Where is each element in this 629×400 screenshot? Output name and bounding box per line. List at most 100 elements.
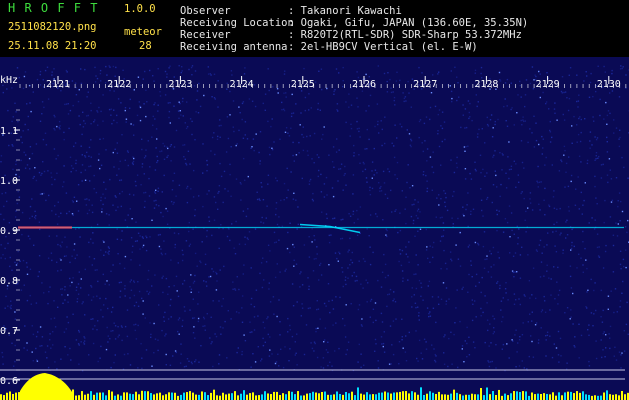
noise-speck (22, 259, 25, 262)
noise-speck (0, 155, 3, 157)
noise-speck (244, 134, 246, 136)
noise-speck (191, 65, 194, 67)
noise-speck (78, 329, 80, 332)
noise-speck (137, 367, 139, 369)
noise-speck (527, 207, 529, 209)
noise-speck (441, 111, 444, 113)
noise-speck (578, 253, 580, 255)
noise-speck (260, 221, 262, 223)
noise-speck (43, 106, 45, 109)
noise-speck (301, 303, 303, 305)
noise-speck (472, 208, 475, 210)
level-bar (438, 391, 440, 400)
noise-speck (527, 321, 529, 323)
level-bar (561, 395, 563, 400)
noise-speck (336, 257, 338, 260)
noise-speck (342, 85, 344, 88)
noise-speck (523, 197, 525, 200)
level-bar (39, 391, 41, 400)
noise-speck (576, 100, 578, 103)
noise-speck (91, 204, 93, 206)
noise-speck (267, 183, 269, 185)
receiver-value: : R820T2(RTL-SDR) SDR-Sharp 53.372MHz (288, 29, 522, 41)
noise-speck (74, 142, 77, 144)
noise-speck (224, 188, 226, 190)
noise-speck (185, 365, 187, 367)
noise-speck (567, 185, 570, 188)
noise-speck (177, 110, 180, 112)
noise-speck (567, 206, 570, 208)
noise-speck (619, 68, 622, 70)
noise-speck (152, 115, 154, 118)
noise-speck (381, 271, 384, 273)
noise-speck (271, 148, 274, 151)
noise-speck (39, 345, 41, 347)
noise-speck (73, 243, 76, 245)
noise-speck (153, 80, 155, 82)
level-bar (531, 392, 533, 400)
noise-speck (288, 135, 291, 137)
noise-speck (14, 344, 16, 347)
noise-speck (296, 301, 298, 303)
noise-speck (257, 346, 259, 348)
noise-speck (296, 228, 298, 230)
noise-speck (527, 141, 529, 144)
level-bar (69, 391, 71, 400)
noise-speck (369, 94, 372, 97)
noise-speck (35, 302, 38, 304)
noise-speck (0, 213, 2, 215)
noise-speck (580, 118, 582, 121)
noise-speck (269, 153, 271, 156)
noise-speck (196, 90, 199, 92)
noise-speck (117, 253, 119, 255)
noise-speck (82, 111, 84, 113)
noise-speck (253, 149, 255, 152)
noise-speck (65, 328, 67, 330)
noise-speck (541, 252, 543, 254)
noise-speck (320, 68, 323, 70)
noise-speck (621, 210, 624, 213)
observer-label: Observer (180, 5, 231, 17)
noise-speck (448, 337, 450, 340)
noise-speck (618, 138, 620, 140)
noise-speck (135, 221, 137, 223)
observer-value: : Takanori Kawachi (288, 5, 402, 17)
noise-speck (325, 305, 327, 307)
app-version: 1.0.0 (124, 3, 156, 15)
noise-speck (560, 159, 562, 161)
noise-speck (462, 206, 464, 208)
noise-speck (619, 250, 622, 252)
noise-speck (39, 193, 42, 195)
noise-speck (70, 165, 73, 167)
noise-speck (117, 206, 119, 208)
noise-speck (149, 166, 151, 168)
noise-speck (616, 311, 618, 313)
antenna-label: Receiving antenna (180, 41, 288, 53)
noise-speck (13, 365, 15, 367)
noise-speck (41, 345, 43, 347)
noise-speck (241, 307, 243, 309)
noise-speck (189, 118, 192, 120)
noise-speck (553, 190, 555, 192)
level-bar (99, 392, 101, 400)
noise-speck (65, 103, 68, 105)
noise-speck (477, 133, 479, 135)
noise-speck (183, 144, 186, 146)
noise-speck (220, 224, 222, 226)
noise-speck (307, 277, 309, 279)
noise-speck (262, 222, 265, 224)
noise-speck (450, 70, 452, 72)
noise-speck (561, 76, 564, 78)
level-bar (510, 393, 512, 400)
noise-speck (178, 333, 180, 335)
noise-speck (1, 351, 3, 354)
noise-speck (93, 258, 96, 260)
noise-speck (612, 271, 615, 273)
noise-speck (296, 364, 298, 366)
noise-speck (188, 221, 190, 224)
noise-speck (596, 137, 599, 139)
noise-speck (141, 297, 143, 300)
noise-speck (394, 174, 396, 176)
noise-speck (164, 253, 167, 255)
noise-speck (230, 70, 233, 72)
